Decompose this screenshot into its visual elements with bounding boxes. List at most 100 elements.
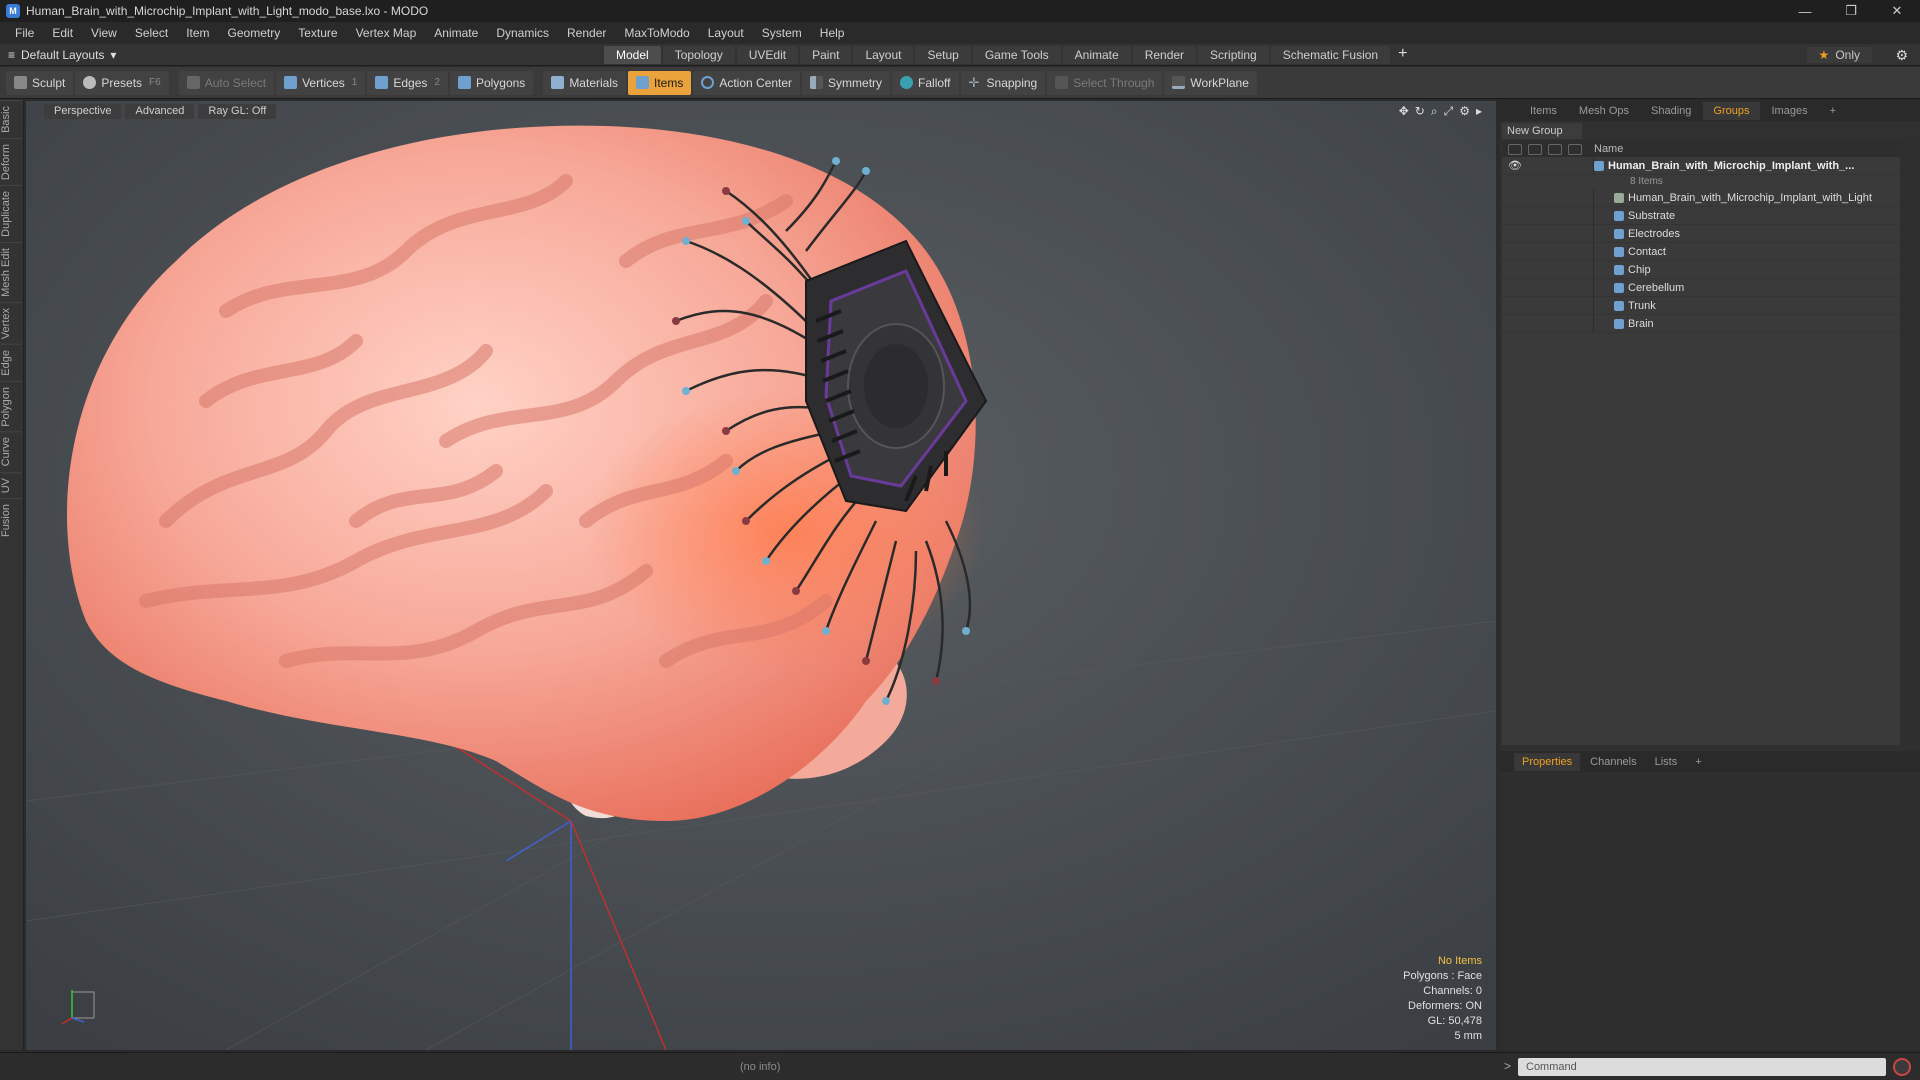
viewport-settings-icon[interactable]: ⚙ [1459, 104, 1470, 119]
edges-button[interactable]: Edges 2 [367, 70, 448, 95]
close-button[interactable]: ✕ [1874, 0, 1920, 22]
viewport-menu-arrow-icon[interactable]: ▸ [1476, 104, 1482, 119]
materials-button[interactable]: Materials [543, 70, 626, 95]
new-group-button[interactable]: New Group [1502, 123, 1582, 139]
tab-animate[interactable]: Animate [1062, 46, 1131, 64]
zoom-icon[interactable]: ⌕ [1431, 104, 1438, 119]
workplane-button[interactable]: WorkPlane [1164, 70, 1257, 95]
auto-select-button[interactable]: Auto Select [178, 70, 275, 95]
restore-button[interactable]: ❐ [1828, 0, 1874, 22]
items-button[interactable]: Items [628, 70, 692, 95]
category-polygon[interactable]: Polygon [0, 380, 22, 432]
category-duplicate[interactable]: Duplicate [0, 184, 22, 242]
add-panel-tab-button[interactable]: + [1820, 102, 1846, 120]
tree-item[interactable]: Trunk [1502, 297, 1900, 315]
3d-viewport[interactable]: Perspective Advanced Ray GL: Off ✥ ↻ ⌕ ⤢… [26, 101, 1496, 1050]
menu-item[interactable]: Item [177, 26, 218, 40]
polygons-button[interactable]: Polygons [449, 70, 534, 95]
tab-lists[interactable]: Lists [1647, 753, 1686, 771]
menu-layout[interactable]: Layout [699, 26, 753, 40]
command-history-button[interactable] [1893, 1058, 1911, 1076]
eye-icon[interactable]: 👁 [1508, 159, 1522, 172]
tree-item[interactable]: Cerebellum [1502, 279, 1900, 297]
only-toggle[interactable]: ★ Only [1806, 47, 1872, 63]
group-tree: Name 👁 Human_Brain_with_Microchip_Implan… [1502, 141, 1900, 745]
tab-paint[interactable]: Paint [800, 46, 852, 64]
add-properties-tab-button[interactable]: + [1687, 753, 1709, 771]
tab-game-tools[interactable]: Game Tools [972, 46, 1061, 64]
tab-scripting[interactable]: Scripting [1198, 46, 1269, 64]
tab-mesh-ops[interactable]: Mesh Ops [1569, 102, 1639, 120]
tab-channels[interactable]: Channels [1582, 753, 1644, 771]
category-deform[interactable]: Deform [0, 137, 22, 185]
tab-model[interactable]: Model [604, 46, 661, 64]
tab-setup[interactable]: Setup [915, 46, 971, 64]
tree-item[interactable]: Human_Brain_with_Microchip_Implant_with_… [1502, 189, 1900, 207]
category-fusion[interactable]: Fusion [0, 498, 22, 543]
add-tab-button[interactable]: + [1392, 46, 1413, 64]
tree-item[interactable]: Electrodes [1502, 225, 1900, 243]
category-mesh-edit[interactable]: Mesh Edit [0, 241, 22, 302]
tree-item[interactable]: Brain [1502, 315, 1900, 333]
view-mode-dropdown[interactable]: Perspective [44, 103, 122, 119]
info-channels: Channels: 0 [1423, 985, 1482, 997]
action-center-button[interactable]: Action Center [693, 70, 801, 95]
menu-vertex-map[interactable]: Vertex Map [347, 26, 426, 40]
render-column-icon[interactable] [1528, 143, 1542, 155]
group-tree-scrollbar[interactable] [1900, 141, 1920, 745]
visibility-column-icon[interactable] [1508, 143, 1522, 155]
tab-groups[interactable]: Groups [1703, 102, 1760, 120]
tab-items[interactable]: Items [1520, 102, 1567, 120]
category-basic[interactable]: Basic [0, 100, 22, 138]
sculpt-button[interactable]: Sculpt [6, 70, 74, 95]
raygl-toggle[interactable]: Ray GL: Off [198, 103, 277, 119]
menu-dynamics[interactable]: Dynamics [487, 26, 558, 40]
menu-file[interactable]: File [6, 26, 43, 40]
gear-icon[interactable]: ⚙ [1895, 47, 1908, 64]
falloff-button[interactable]: Falloff [892, 70, 959, 95]
menu-edit[interactable]: Edit [43, 26, 82, 40]
menu-system[interactable]: System [753, 26, 811, 40]
shading-dropdown[interactable]: Advanced [125, 103, 195, 119]
tree-item[interactable]: Substrate [1502, 207, 1900, 225]
menu-texture[interactable]: Texture [289, 26, 346, 40]
layout-selector[interactable]: ≡ Default Layouts ▾ [0, 48, 600, 62]
menu-help[interactable]: Help [811, 26, 854, 40]
menu-animate[interactable]: Animate [425, 26, 487, 40]
vertices-button[interactable]: Vertices 1 [276, 70, 366, 95]
fit-icon[interactable]: ⤢ [1444, 104, 1454, 119]
tab-schematic-fusion[interactable]: Schematic Fusion [1270, 46, 1391, 64]
command-input[interactable]: Command [1518, 1058, 1886, 1076]
minimize-button[interactable]: — [1782, 0, 1828, 22]
tree-item[interactable]: Chip [1502, 261, 1900, 279]
pan-icon[interactable]: ✥ [1399, 104, 1409, 119]
select-column-icon[interactable] [1568, 143, 1582, 155]
menu-geometry[interactable]: Geometry [219, 26, 290, 40]
menu-select[interactable]: Select [126, 26, 177, 40]
category-curve[interactable]: Curve [0, 431, 22, 472]
layout-toggle-icon[interactable]: ≡ [8, 48, 15, 62]
category-uv[interactable]: UV [0, 471, 22, 499]
select-through-button[interactable]: Select Through [1047, 70, 1163, 95]
tab-uvedit[interactable]: UVEdit [736, 46, 799, 64]
tree-item[interactable]: Contact [1502, 243, 1900, 261]
tab-topology[interactable]: Topology [662, 46, 735, 64]
menu-maxtomodo[interactable]: MaxToModo [615, 26, 698, 40]
tab-layout[interactable]: Layout [853, 46, 914, 64]
tab-images[interactable]: Images [1762, 102, 1818, 120]
snapping-button[interactable]: ✛ Snapping [960, 70, 1046, 95]
category-edge[interactable]: Edge [0, 343, 22, 381]
rotate-icon[interactable]: ↻ [1415, 104, 1425, 119]
menu-render[interactable]: Render [558, 26, 615, 40]
symmetry-button[interactable]: Symmetry [802, 70, 891, 95]
tab-render[interactable]: Render [1132, 46, 1197, 64]
lock-column-icon[interactable] [1548, 143, 1562, 155]
name-column-header[interactable]: Name [1594, 143, 1623, 155]
group-row[interactable]: 👁 Human_Brain_with_Microchip_Implant_wit… [1502, 157, 1900, 175]
presets-button[interactable]: Presets F6 [75, 70, 169, 95]
category-vertex[interactable]: Vertex [0, 301, 22, 344]
mesh-icon [1614, 264, 1624, 275]
tab-properties[interactable]: Properties [1514, 753, 1581, 771]
tab-shading[interactable]: Shading [1641, 102, 1701, 120]
menu-view[interactable]: View [82, 26, 126, 40]
